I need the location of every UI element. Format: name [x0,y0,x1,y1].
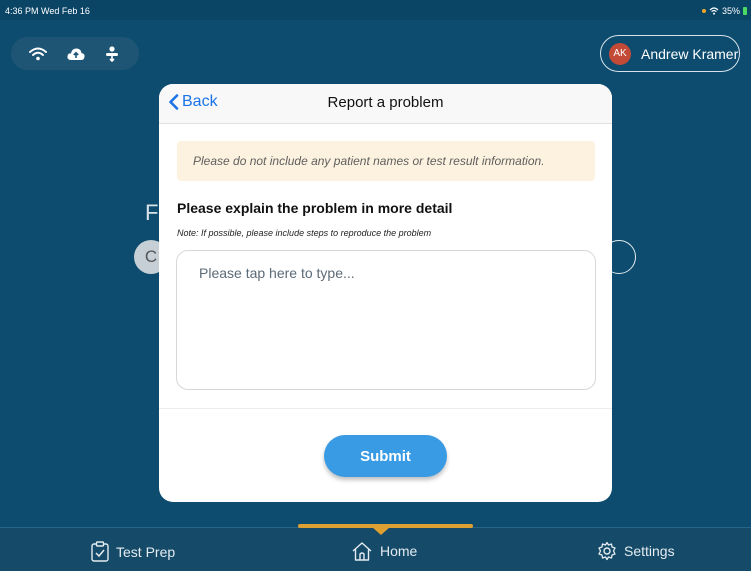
avatar: AK [609,42,631,65]
modal-header: Back Report a problem [159,84,612,124]
tab-label: Test Prep [116,543,176,560]
battery-icon [743,7,747,15]
footer-divider [159,408,612,409]
connection-status-pill[interactable] [11,37,139,70]
active-tab-arrow [372,527,390,535]
tab-label: Home [380,543,418,559]
textarea-placeholder: Please tap here to type... [199,265,355,281]
tab-home[interactable]: Home [351,541,417,561]
submit-button[interactable]: Submit [324,435,447,477]
wifi-icon [29,47,47,60]
background-heading-partial: F [145,200,159,225]
user-profile-button[interactable]: AK Andrew Kramer [600,35,740,72]
home-icon [352,542,372,561]
detail-heading: Please explain the problem in more detai… [177,200,453,216]
app-screen: 4:36 PM Wed Feb 16 35% AK Andrew Kramer … [0,0,751,571]
status-right: 35% [701,6,747,16]
tab-test-prep[interactable]: Test Prep [91,541,175,562]
warning-text: Please do not include any patient names … [193,154,545,168]
gear-icon [598,541,616,561]
report-problem-modal: Back Report a problem Please do not incl… [159,84,612,502]
background-circle-letter: C [144,247,158,266]
user-name: Andrew Kramer [641,45,739,62]
tab-settings[interactable]: Settings [597,541,675,561]
modal-title: Report a problem [327,94,444,111]
status-bar: 4:36 PM Wed Feb 16 35% [0,0,751,20]
status-time: 4:36 PM Wed Feb 16 [5,6,90,16]
tab-label: Settings [624,543,675,559]
wifi-status-icon [709,7,719,15]
privacy-warning: Please do not include any patient names … [177,141,595,181]
problem-description-input[interactable]: Please tap here to type... [176,250,596,390]
battery-percent: 35% [721,6,740,16]
steps-note: Note: If possible, please include steps … [177,228,432,238]
clipboard-check-icon [91,541,109,562]
network-icon [106,45,118,62]
cloud-upload-icon [67,47,85,60]
submit-label: Submit [360,447,411,465]
recording-dot-icon [701,9,706,13]
